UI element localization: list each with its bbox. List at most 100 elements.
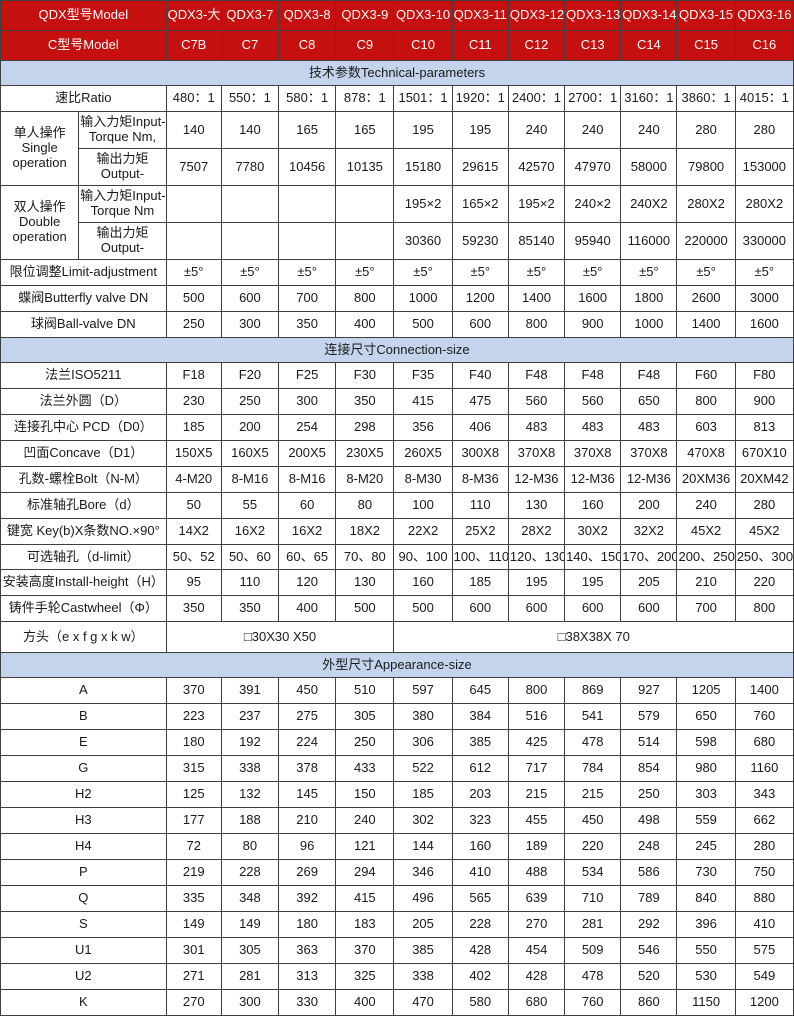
cell-single-input-2: 165 [278, 111, 337, 149]
cell-dim-a-4: 597 [393, 677, 453, 704]
cell-dim-u1-5: 428 [451, 937, 509, 964]
row-dim-p: P 219 228 269 294 346 410 488 534 586 73… [0, 859, 794, 886]
row-label-dim-h2: H2 [0, 781, 167, 808]
cell-castwheel-10: 800 [734, 595, 794, 622]
cell-flange-iso-10: F80 [734, 362, 794, 389]
cell-key-width-8: 32X2 [620, 518, 678, 545]
cell-dim-s-8: 292 [620, 911, 678, 938]
cell-install-height-7: 195 [564, 569, 622, 596]
cell-dim-s-5: 228 [451, 911, 509, 938]
cell-castwheel-6: 600 [507, 595, 566, 622]
cell-pcd-0: 185 [165, 414, 222, 441]
cell-dim-e-0: 180 [165, 729, 222, 756]
row-dim-k: K 270 300 330 400 470 580 680 760 860 11… [0, 989, 794, 1016]
cell-concave-6: 370X8 [507, 440, 566, 467]
cell-ratio-10: 4015：1 [734, 85, 794, 112]
header-row-qdx: QDX型号Model QDX3-大6 QDX3-7 QDX3-8 QDX3-9 … [0, 0, 794, 31]
cell-ratio-0: 480：1 [165, 85, 222, 112]
row-single-input: 单人操作 Single operation 输入力矩Input- Torque … [0, 111, 794, 186]
cell-dim-u1-9: 550 [676, 937, 736, 964]
cell-dim-s-2: 180 [278, 911, 337, 938]
cell-dim-h2-6: 215 [507, 781, 566, 808]
cell-dim-h4-1: 80 [220, 833, 280, 860]
row-label-butterfly-valve: 蝶阀Butterfly valve DN [0, 285, 167, 312]
row-label-optional-bore: 可选轴孔（d-limit） [0, 544, 167, 570]
sub-label-double-output-cn: 输出力矩 [96, 225, 149, 241]
cell-dim-h4-2: 96 [278, 833, 337, 860]
cell-double-input-8: 240X2 [620, 185, 678, 223]
cell-single-input-3: 165 [335, 111, 395, 149]
row-label-dim-u1: U1 [0, 937, 167, 964]
cell-dim-e-3: 250 [335, 729, 395, 756]
row-dim-h2: H2 125 132 145 150 185 203 215 215 250 3… [0, 781, 794, 808]
cell-flange-od-6: 560 [507, 388, 566, 415]
row-label-flange-od: 法兰外圆（D） [0, 388, 167, 415]
cell-double-input-4: 195×2 [393, 185, 453, 223]
cell-dim-a-5: 645 [451, 677, 509, 704]
cell-pcd-6: 483 [507, 414, 566, 441]
group-label-single-operation: 单人操作 Single operation [0, 111, 80, 186]
cell-install-height-5: 185 [451, 569, 509, 596]
row-dim-h3: H3 177 188 210 240 302 323 455 450 498 5… [0, 807, 794, 834]
cell-bolt-9: 20XM36 [676, 466, 736, 493]
cell-dim-k-2: 330 [278, 989, 337, 1016]
cell-concave-1: 160X5 [220, 440, 280, 467]
group-label-double-cn: 双人操作 [13, 199, 66, 215]
sub-label-double-output-en: Output- [100, 240, 145, 255]
cell-square-head-right: □38X38X 70 [393, 621, 794, 653]
cell-dim-h3-8: 498 [620, 807, 678, 834]
cell-single-input-9: 280 [676, 111, 736, 149]
cell-limit-5: ±5° [451, 259, 509, 286]
cell-ball-8: 1000 [620, 311, 678, 338]
cell-dim-h3-3: 240 [335, 807, 395, 834]
cell-install-height-10: 220 [734, 569, 794, 596]
cell-double-input-6: 195×2 [507, 185, 566, 223]
row-label-install-height: 安装高度Install-height（H） [0, 569, 167, 596]
cell-flange-iso-9: F60 [676, 362, 736, 389]
row-label-square-head: 方头（e x f g x k w） [0, 621, 167, 653]
row-label-ball-valve: 球阀Ball-valve DN [0, 311, 167, 338]
cell-dim-u2-10: 549 [734, 963, 794, 990]
cell-dim-h4-3: 121 [335, 833, 395, 860]
cell-key-width-6: 28X2 [507, 518, 566, 545]
header-c-model-10: C16 [734, 30, 794, 61]
header-qdx-model-4: QDX3-10 [393, 0, 453, 31]
cell-optional-bore-5: 100、110 [451, 544, 509, 570]
cell-flange-od-2: 300 [278, 388, 337, 415]
cell-bolt-8: 12-M36 [620, 466, 678, 493]
cell-butterfly-3: 800 [335, 285, 395, 312]
cell-dim-u2-6: 428 [507, 963, 566, 990]
cell-ball-7: 900 [564, 311, 622, 338]
cell-flange-od-7: 560 [564, 388, 622, 415]
header-c-model-5: C11 [451, 30, 509, 61]
row-label-limit-adjustment: 限位调整Limit-adjustment [0, 259, 167, 286]
row-label-dim-p: P [0, 859, 167, 886]
cell-dim-e-7: 478 [564, 729, 622, 756]
cell-concave-10: 670X10 [734, 440, 794, 467]
header-c-model-9: C15 [676, 30, 736, 61]
header-c-model-3: C9 [335, 30, 395, 61]
header-c-model-1: C7 [220, 30, 280, 61]
cell-ball-1: 300 [220, 311, 280, 338]
cell-dim-a-3: 510 [335, 677, 395, 704]
cell-dim-q-10: 880 [734, 885, 794, 912]
cell-key-width-5: 25X2 [451, 518, 509, 545]
cell-optional-bore-10: 250、300 [734, 544, 794, 570]
cell-dim-p-1: 228 [220, 859, 280, 886]
cell-dim-u1-1: 305 [220, 937, 280, 964]
cell-flange-iso-4: F35 [393, 362, 453, 389]
cell-flange-iso-6: F48 [507, 362, 566, 389]
row-label-dim-s: S [0, 911, 167, 938]
cell-single-output-4: 15180 [393, 148, 453, 186]
cell-dim-g-0: 315 [165, 755, 222, 782]
cell-pcd-1: 200 [220, 414, 280, 441]
cell-limit-10: ±5° [734, 259, 794, 286]
cell-bolt-6: 12-M36 [507, 466, 566, 493]
cell-bore-8: 200 [620, 492, 678, 519]
cell-dim-k-8: 860 [620, 989, 678, 1016]
cell-bore-2: 60 [278, 492, 337, 519]
header-c-model-7: C13 [564, 30, 622, 61]
cell-flange-od-3: 350 [335, 388, 395, 415]
cell-flange-iso-3: F30 [335, 362, 395, 389]
cell-dim-e-8: 514 [620, 729, 678, 756]
